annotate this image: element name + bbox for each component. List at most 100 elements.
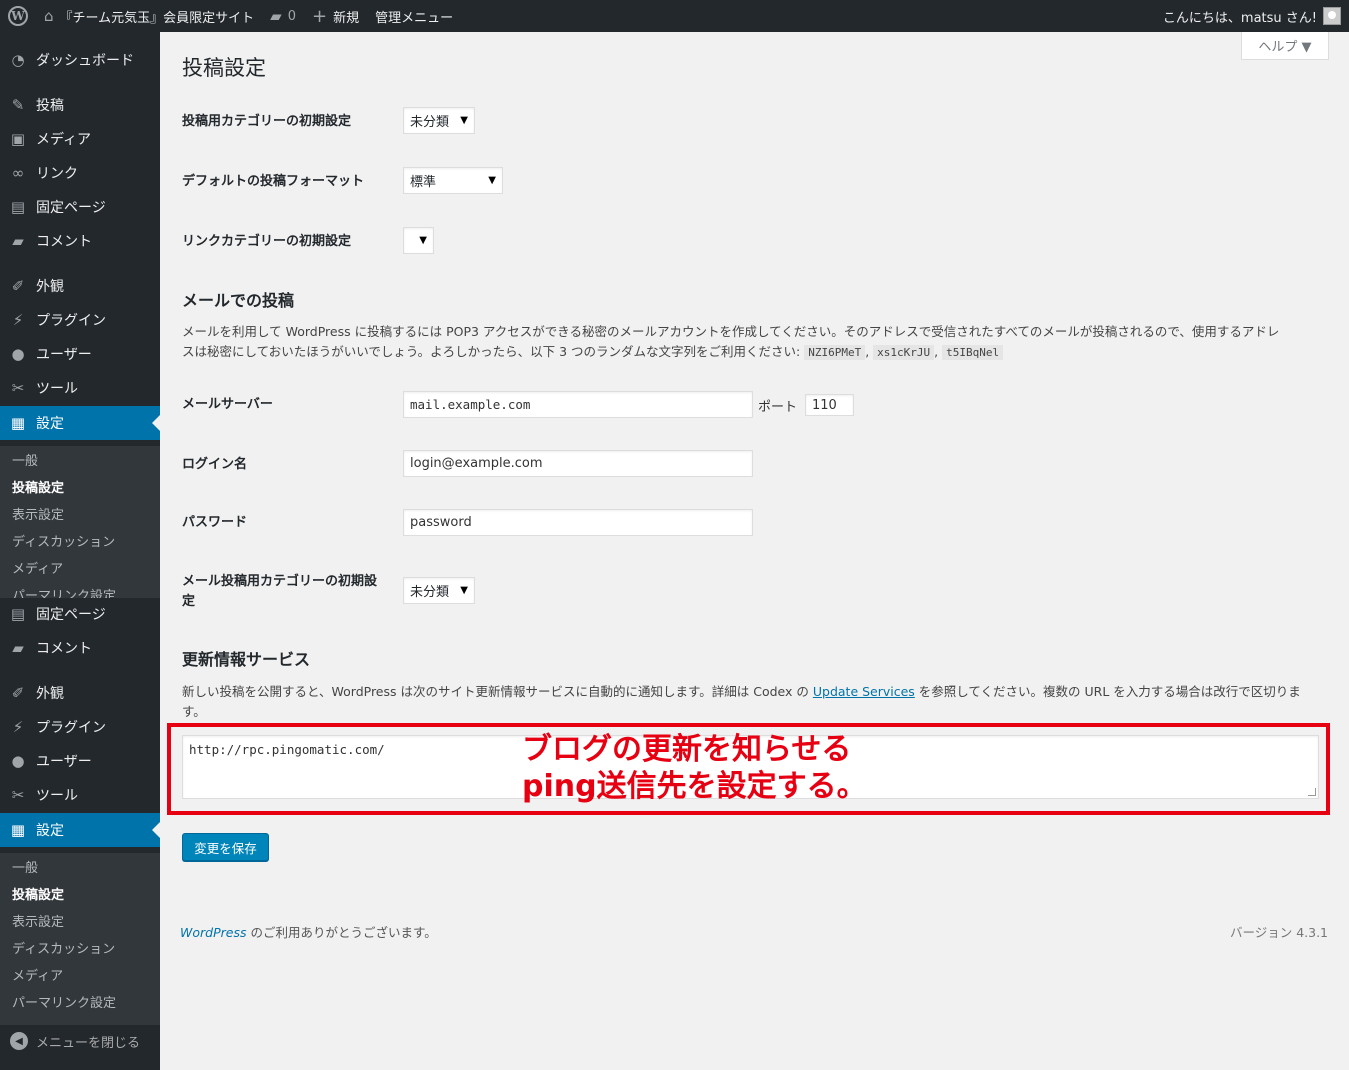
update-services-link[interactable]: Update Services — [813, 684, 915, 699]
wrench-icon: ✂ — [11, 786, 25, 804]
mail-category-select[interactable]: 未分類 ▼ — [403, 577, 475, 604]
separator: , — [934, 344, 943, 359]
menu-dashboard[interactable]: ◔ ダッシュボード — [0, 43, 160, 77]
submenu-reading[interactable]: 表示設定 — [0, 907, 160, 934]
submenu-writing[interactable]: 投稿設定 — [0, 880, 160, 907]
port-input[interactable]: 110 — [805, 394, 854, 416]
menu-dashboard-label: ダッシュボード — [36, 53, 134, 69]
save-changes-button[interactable]: 変更を保存 — [182, 833, 269, 861]
menu-posts[interactable]: ✎ 投稿 — [0, 88, 160, 122]
menu-tools[interactable]: ✂ ツール — [0, 371, 160, 405]
user-icon: ● — [11, 345, 25, 363]
wordpress-logo-button[interactable]: W — [0, 0, 36, 32]
submenu-reading[interactable]: 表示設定 — [0, 500, 160, 527]
menu-tools-2[interactable]: ✂ ツール — [0, 778, 160, 812]
separator: , — [865, 344, 874, 359]
menu-plugins-2[interactable]: ⚡ プラグイン — [0, 710, 160, 744]
menu-settings-label: 設定 — [36, 416, 64, 432]
link-category-select[interactable]: ▼ — [403, 227, 434, 254]
menu-pages[interactable]: ▤ 固定ページ — [0, 190, 160, 224]
footer-wordpress-link[interactable]: WordPress — [180, 925, 246, 940]
menu-appearance-2[interactable]: ✐ 外観 — [0, 676, 160, 710]
footer-thanks-text: のご利用ありがとうございます。 — [246, 925, 437, 940]
submenu-discussion[interactable]: ディスカッション — [0, 527, 160, 554]
new-label: 新規 — [333, 10, 360, 26]
my-account-link[interactable]: こんにちは、matsu さん! — [1155, 0, 1349, 32]
user-icon: ● — [11, 752, 25, 770]
password-label: パスワード — [182, 515, 248, 530]
default-format-select[interactable]: 標準 ▼ — [403, 167, 503, 194]
dropdown-arrow-icon: ▼ — [460, 115, 468, 126]
page-title: 投稿設定 — [182, 56, 266, 80]
manage-menu-link[interactable]: 管理メニュー — [367, 0, 461, 32]
default-category-select[interactable]: 未分類 ▼ — [403, 107, 475, 134]
port-label: ポート — [758, 400, 798, 415]
submenu-general[interactable]: 一般 — [0, 853, 160, 880]
dropdown-arrow-icon: ▼ — [419, 235, 427, 246]
menu-users-label: ユーザー — [36, 347, 92, 363]
menu-pages-label: 固定ページ — [36, 607, 106, 623]
greeting-text: こんにちは、matsu さん! — [1162, 10, 1317, 26]
menu-users-label: ユーザー — [36, 754, 92, 770]
menu-pages-2[interactable]: ▤ 固定ページ — [0, 597, 160, 631]
submenu-general[interactable]: 一般 — [0, 446, 160, 473]
menu-links[interactable]: ∞ リンク — [0, 156, 160, 190]
menu-media[interactable]: ▣ メディア — [0, 122, 160, 156]
help-tab-button[interactable]: ヘルプ ▼ — [1241, 32, 1329, 60]
menu-tools-label: ツール — [36, 788, 78, 804]
paintbrush-icon: ✐ — [11, 277, 25, 295]
menu-settings[interactable]: ▦ 設定 — [0, 406, 160, 440]
submenu-discussion[interactable]: ディスカッション — [0, 934, 160, 961]
post-via-email-description: メールを利用して WordPress に投稿するには POP3 アクセスができる… — [182, 322, 1330, 363]
mail-category-value: 未分類 — [410, 585, 450, 600]
site-name: 『チーム元気玉』会員限定サイト — [59, 10, 255, 26]
submenu-media[interactable]: メディア — [0, 554, 160, 581]
menu-users[interactable]: ● ユーザー — [0, 337, 160, 371]
footer-version: バージョン 4.3.1 — [1229, 925, 1328, 940]
new-content-link[interactable]: + 新規 — [304, 0, 367, 32]
dropdown-arrow-icon: ▼ — [488, 175, 496, 186]
mail-server-input[interactable]: mail.example.com — [403, 391, 753, 418]
menu-comments-2[interactable]: ▰ コメント — [0, 631, 160, 665]
plugin-plug-icon: ⚡ — [12, 718, 24, 736]
menu-users-2[interactable]: ● ユーザー — [0, 744, 160, 778]
menu-comments[interactable]: ▰ コメント — [0, 224, 160, 258]
submenu-media[interactable]: メディア — [0, 961, 160, 988]
avatar — [1323, 7, 1341, 25]
random-string-3: t5IBqNel — [942, 345, 1004, 360]
default-category-label: 投稿用カテゴリーの初期設定 — [182, 114, 352, 129]
post-via-email-desc-line1: メールを利用して WordPress に投稿するには POP3 アクセスができる… — [182, 324, 1280, 339]
submenu-permalinks[interactable]: パーマリンク設定 — [0, 988, 160, 1015]
site-name-link[interactable]: ⌂ 『チーム元気玉』会員限定サイト — [36, 0, 262, 32]
link-category-label: リンクカテゴリーの初期設定 — [182, 234, 352, 249]
media-icon: ▣ — [10, 130, 26, 148]
paintbrush-icon: ✐ — [11, 684, 25, 702]
comment-icon: ▰ — [12, 232, 24, 250]
collapse-menu-button[interactable]: ◀ メニューを閉じる — [0, 1024, 160, 1058]
dropdown-arrow-icon: ▼ — [460, 585, 468, 596]
comments-link[interactable]: ▰ 0 — [262, 0, 304, 32]
home-icon: ⌂ — [44, 7, 54, 25]
login-name-input[interactable]: login@example.com — [403, 450, 753, 477]
menu-plugins-label: プラグイン — [36, 313, 106, 329]
random-string-2: xs1cKrJU — [873, 345, 935, 360]
settings-sliders-icon: ▦ — [10, 821, 26, 839]
menu-appearance-label: 外観 — [36, 279, 64, 295]
settings-submenu-2: 一般 投稿設定 表示設定 ディスカッション メディア パーマリンク設定 — [0, 853, 160, 1025]
menu-settings-2[interactable]: ▦ 設定 — [0, 813, 160, 847]
ping-sites-value: http://rpc.pingomatic.com/ — [189, 742, 385, 757]
password-input[interactable]: password — [403, 509, 753, 536]
admin-bar: W ⌂ 『チーム元気玉』会員限定サイト ▰ 0 + 新規 管理メニュー こんにち… — [0, 0, 1349, 32]
settings-sliders-icon: ▦ — [10, 414, 26, 432]
pushpin-icon: ✎ — [11, 96, 25, 114]
resize-handle-icon[interactable] — [1308, 788, 1316, 796]
annotation-text: ブログの更新を知らせる ping送信先を設定する。 — [522, 732, 867, 804]
submenu-writing[interactable]: 投稿設定 — [0, 473, 160, 500]
menu-tools-label: ツール — [36, 381, 78, 397]
submenu-permalinks[interactable]: パーマリンク設定 — [0, 581, 160, 598]
update-services-desc-pre: 新しい投稿を公開すると、WordPress は次のサイト更新情報サービスに自動的… — [182, 684, 813, 699]
menu-appearance[interactable]: ✐ 外観 — [0, 269, 160, 303]
wordpress-logo-icon: W — [8, 6, 28, 26]
update-services-desc-post: を参照してください。複数の URL を入力する場合は改行で区切りま — [914, 684, 1301, 699]
menu-plugins[interactable]: ⚡ プラグイン — [0, 303, 160, 337]
